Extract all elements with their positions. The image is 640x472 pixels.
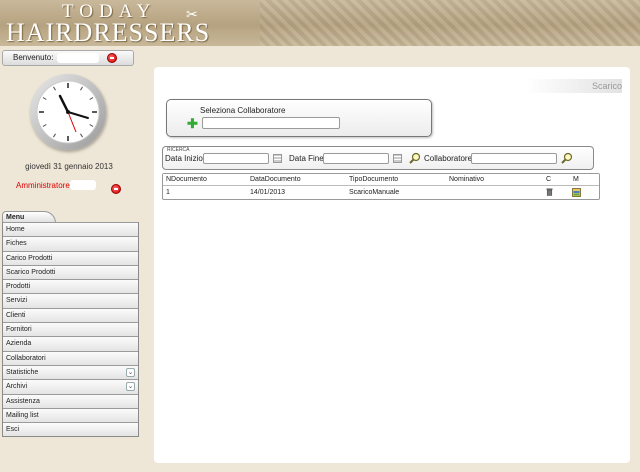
menu-item-fiches[interactable]: Fiches bbox=[3, 236, 138, 251]
menu-item-carico-prodotti[interactable]: Carico Prodotti bbox=[3, 250, 138, 265]
welcome-bar: Benvenuto: bbox=[2, 50, 134, 66]
clock-face bbox=[36, 80, 100, 144]
column-header: Nominativo bbox=[449, 176, 485, 183]
app-header: TODAY HAIRDRESSERS ✂ bbox=[0, 0, 640, 46]
table-row[interactable]: 1 14/01/2013 ScaricoManuale bbox=[163, 186, 599, 199]
menu-item-label: Azienda bbox=[6, 340, 32, 348]
collaborator-select-input[interactable] bbox=[202, 117, 340, 129]
date-end-label: Data Fine bbox=[289, 154, 324, 163]
menu-item-mailing-list[interactable]: Mailing list bbox=[3, 407, 138, 423]
menu-item-collaboratori[interactable]: Collaboratori bbox=[3, 350, 138, 365]
logout-icon[interactable] bbox=[107, 53, 117, 63]
search-panel: RICERCA Data Inizio Data Fine Collaborat… bbox=[162, 146, 594, 170]
menu-item-label: Prodotti bbox=[6, 283, 31, 291]
collaborator-selector: Seleziona Collaboratore ✚ bbox=[166, 99, 432, 137]
date-end-input[interactable] bbox=[323, 153, 389, 164]
admin-name-redacted bbox=[70, 180, 96, 190]
table-header: NDocumento DataDocumento TipoDocumento N… bbox=[163, 174, 599, 186]
menu-item-archivi[interactable]: Archivi ⌄ bbox=[3, 379, 138, 394]
welcome-label: Benvenuto: bbox=[13, 53, 54, 62]
logo-bottom-text: HAIRDRESSERS bbox=[6, 18, 211, 46]
collaborator-selector-label: Seleziona Collaboratore bbox=[200, 106, 286, 115]
search-legend: RICERCA bbox=[167, 147, 190, 153]
menu-item-label: Fiches bbox=[6, 240, 27, 248]
menu-item-label: Scarico Prodotti bbox=[6, 268, 56, 276]
menu-item-label: Archivi bbox=[6, 383, 28, 391]
menu-item-servizi[interactable]: Servizi bbox=[3, 293, 138, 308]
documents-table: NDocumento DataDocumento TipoDocumento N… bbox=[162, 173, 600, 200]
date-start-input[interactable] bbox=[203, 153, 269, 164]
menu-item-label: Collaboratori bbox=[6, 354, 46, 362]
menu-item-assistenza[interactable]: Assistenza bbox=[3, 393, 138, 408]
scissors-icon: ✂ bbox=[186, 6, 198, 22]
menu-item-label: Esci bbox=[6, 426, 20, 434]
calendar-icon[interactable] bbox=[273, 154, 282, 163]
header-pattern bbox=[260, 0, 640, 46]
cell-datadocumento: 14/01/2013 bbox=[250, 189, 286, 196]
menu-item-fornitori[interactable]: Fornitori bbox=[3, 322, 138, 337]
menu-item-home[interactable]: Home bbox=[3, 222, 138, 237]
menu-item-azienda[interactable]: Azienda bbox=[3, 336, 138, 351]
admin-logout-icon[interactable] bbox=[111, 184, 121, 194]
menu-item-label: Assistenza bbox=[6, 397, 40, 405]
menu-item-label: Fornitori bbox=[6, 326, 32, 334]
chevron-down-icon[interactable]: ⌄ bbox=[126, 382, 135, 392]
column-header: TipoDocumento bbox=[349, 176, 399, 183]
add-icon[interactable]: ✚ bbox=[187, 117, 198, 130]
search-icon[interactable] bbox=[561, 152, 573, 164]
menu-item-label: Clienti bbox=[6, 311, 26, 319]
column-header: DataDocumento bbox=[250, 176, 301, 183]
main-panel: Scarico Seleziona Collaboratore ✚ RICERC… bbox=[154, 67, 630, 463]
calendar-icon[interactable] bbox=[393, 154, 402, 163]
chevron-down-icon[interactable]: ⌄ bbox=[126, 367, 135, 377]
menu-item-statistiche[interactable]: Statistiche ⌄ bbox=[3, 364, 138, 380]
sidebar-menu: Home Fiches Carico Prodotti Scarico Prodott… bbox=[2, 222, 139, 438]
username-redacted bbox=[57, 53, 99, 63]
menu-item-esci[interactable]: Esci bbox=[3, 422, 138, 437]
menu-item-clienti[interactable]: Clienti bbox=[3, 307, 138, 323]
page-title: Scarico bbox=[526, 79, 622, 93]
edit-icon[interactable] bbox=[572, 188, 581, 197]
analog-clock bbox=[30, 74, 106, 150]
collaborator-label: Collaboratore bbox=[424, 154, 473, 163]
trash-icon[interactable] bbox=[546, 188, 553, 196]
search-icon[interactable] bbox=[409, 152, 421, 164]
menu-item-scarico-prodotti[interactable]: Scarico Prodotti bbox=[3, 264, 138, 280]
cell-tipodocumento: ScaricoManuale bbox=[349, 189, 400, 196]
menu-item-label: Servizi bbox=[6, 297, 28, 305]
current-date: giovedì 31 gennaio 2013 bbox=[25, 162, 113, 171]
cell-ndocumento: 1 bbox=[166, 189, 170, 196]
menu-item-label: Mailing list bbox=[6, 411, 39, 419]
menu-item-label: Statistiche bbox=[6, 368, 39, 376]
column-header: NDocumento bbox=[166, 176, 207, 183]
column-header: C bbox=[546, 176, 552, 183]
menu-item-prodotti[interactable]: Prodotti bbox=[3, 279, 138, 294]
collaborator-search-input[interactable] bbox=[471, 153, 557, 164]
menu-item-label: Home bbox=[6, 226, 25, 233]
column-header: M bbox=[573, 176, 579, 183]
date-start-label: Data Inizio bbox=[165, 154, 203, 163]
menu-item-label: Carico Prodotti bbox=[6, 254, 53, 262]
admin-label: Amministratore : bbox=[16, 181, 75, 190]
